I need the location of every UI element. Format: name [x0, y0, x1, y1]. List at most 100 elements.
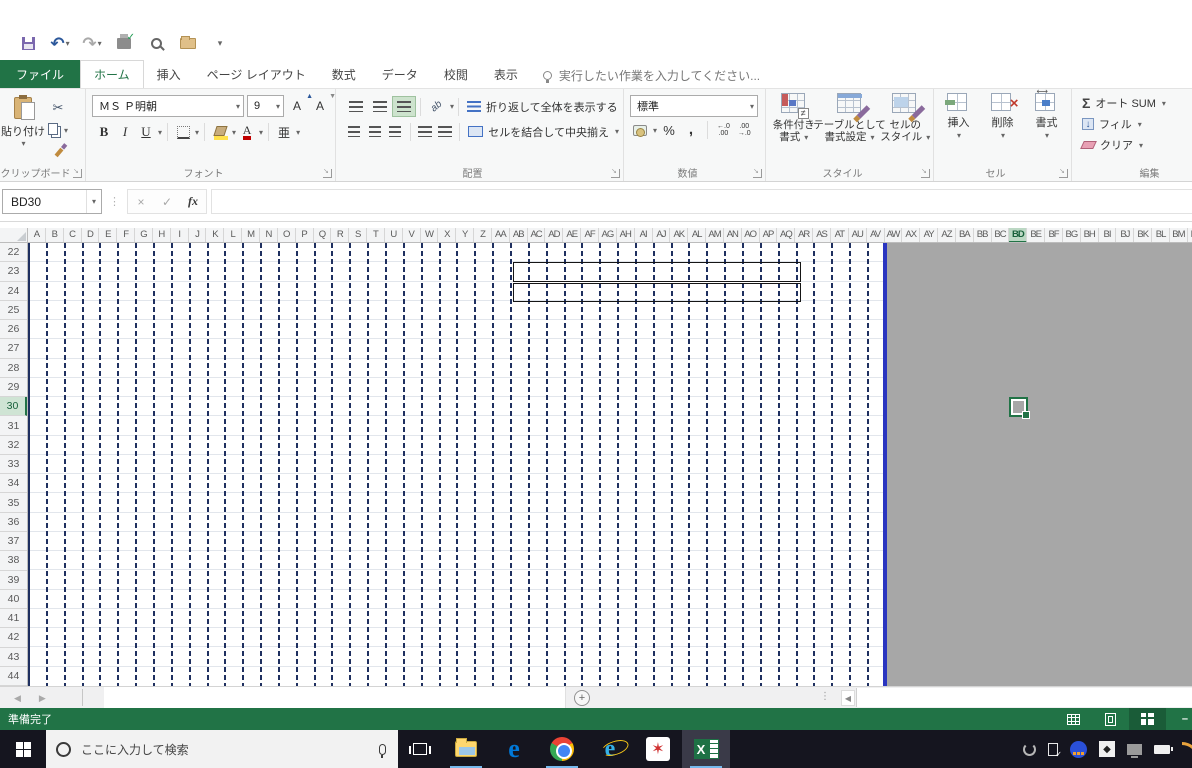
column-header-G[interactable]: G: [135, 228, 153, 242]
tab-ページ レイアウト[interactable]: ページ レイアウト: [194, 60, 319, 88]
row-header-22[interactable]: 22: [0, 243, 27, 263]
row-header-36[interactable]: 36: [0, 513, 27, 532]
merge-center-button[interactable]: セルを結合して中央揃え ▾: [464, 123, 623, 141]
decrease-indent-button[interactable]: [414, 121, 435, 142]
copy-button[interactable]: ▾: [46, 120, 70, 140]
redo-dropdown-arrow[interactable]: ▾: [98, 39, 102, 48]
column-header-AO[interactable]: AO: [742, 228, 760, 242]
name-box-dropdown-arrow[interactable]: ▾: [85, 190, 101, 213]
column-header-I[interactable]: I: [171, 228, 189, 242]
new-sheet-button[interactable]: +: [574, 690, 590, 706]
column-header-A[interactable]: A: [28, 228, 46, 242]
accounting-format-button[interactable]: [630, 120, 650, 140]
taskbar-internet-explorer[interactable]: e: [586, 730, 634, 768]
column-header-AD[interactable]: AD: [545, 228, 564, 242]
row-header-23[interactable]: 23: [0, 262, 27, 282]
column-header-V[interactable]: V: [403, 228, 421, 242]
active-cell-BD30[interactable]: [1009, 397, 1030, 419]
column-header-AE[interactable]: AE: [563, 228, 582, 242]
increase-indent-button[interactable]: [435, 121, 456, 142]
tab-データ[interactable]: データ: [369, 60, 431, 88]
column-header-U[interactable]: U: [385, 228, 403, 242]
number-format-combo[interactable]: 標準 ▾: [630, 95, 758, 117]
font-color-button[interactable]: A: [237, 122, 257, 142]
row-header-38[interactable]: 38: [0, 551, 27, 571]
row-header-27[interactable]: 27: [0, 339, 27, 359]
column-header-E[interactable]: E: [99, 228, 118, 242]
fill-button[interactable]: ↓ フィル ▾: [1082, 116, 1192, 132]
column-header-B[interactable]: B: [46, 228, 64, 242]
styles-dialog-launcher[interactable]: ↘: [921, 168, 930, 178]
increase-decimal-button[interactable]: ←.0.00: [714, 123, 733, 137]
tab-ホーム[interactable]: ホーム: [80, 60, 144, 88]
page-break-line[interactable]: [883, 243, 887, 686]
column-header-BA[interactable]: BA: [956, 228, 974, 242]
row-header-28[interactable]: 28: [0, 359, 27, 378]
start-button[interactable]: [0, 730, 46, 768]
row-header-39[interactable]: 39: [0, 571, 27, 590]
italic-button[interactable]: I: [115, 122, 135, 142]
percent-style-button[interactable]: %: [659, 120, 679, 140]
taskbar-red-app[interactable]: ✶: [634, 730, 682, 768]
tab-挿入[interactable]: 挿入: [144, 60, 194, 88]
clipboard-dialog-launcher[interactable]: ↘: [73, 168, 82, 178]
row-header-35[interactable]: 35: [0, 493, 27, 513]
font-dialog-launcher[interactable]: ↘: [323, 168, 332, 178]
column-header-Q[interactable]: Q: [314, 228, 332, 242]
row-header-25[interactable]: 25: [0, 301, 27, 321]
row-header-31[interactable]: 31: [0, 416, 27, 436]
column-header-D[interactable]: D: [82, 228, 100, 242]
wrap-text-button[interactable]: 折り返して全体を表示する: [463, 98, 622, 116]
outlined-range-row24[interactable]: [513, 283, 801, 302]
microphone-icon[interactable]: [379, 743, 386, 758]
column-header-BE[interactable]: BE: [1027, 228, 1046, 242]
font-color-dropdown-arrow[interactable]: ▾: [259, 128, 263, 137]
customize-qat-button[interactable]: ▾: [208, 32, 232, 54]
phonetic-dropdown-arrow[interactable]: ▾: [296, 128, 300, 137]
align-right-button[interactable]: [385, 121, 406, 142]
column-header-BK[interactable]: BK: [1134, 228, 1153, 242]
column-header-AZ[interactable]: AZ: [938, 228, 956, 242]
taskbar-file-explorer[interactable]: [442, 730, 490, 768]
tray-usb-icon[interactable]: [1048, 742, 1062, 759]
cancel-button[interactable]: ×: [128, 195, 154, 209]
column-header-Z[interactable]: Z: [474, 228, 492, 242]
column-header-AX[interactable]: AX: [902, 228, 921, 242]
tray-display-icon[interactable]: [1127, 743, 1142, 758]
copy-dropdown-arrow[interactable]: ▾: [64, 126, 68, 135]
column-header-AM[interactable]: AM: [706, 228, 724, 242]
font-name-combo[interactable]: ＭＳ Ｐ明朝 ▾: [92, 95, 244, 117]
outlined-range-row23[interactable]: [513, 262, 801, 282]
task-view-button[interactable]: [398, 730, 442, 768]
cells-dialog-launcher[interactable]: ↘: [1059, 168, 1068, 178]
column-header-AF[interactable]: AF: [581, 228, 599, 242]
column-header-AC[interactable]: AC: [528, 228, 546, 242]
taskbar-edge[interactable]: e: [490, 730, 538, 768]
row-header-33[interactable]: 33: [0, 455, 27, 475]
increase-font-button[interactable]: A ▲: [287, 93, 313, 116]
row-header-37[interactable]: 37: [0, 532, 27, 552]
align-bottom-button[interactable]: [392, 96, 416, 117]
column-header-AU[interactable]: AU: [849, 228, 867, 242]
column-header-W[interactable]: W: [421, 228, 439, 242]
column-header-BN[interactable]: BN: [1188, 228, 1192, 242]
column-header-S[interactable]: S: [349, 228, 368, 242]
tray-security-icon[interactable]: ◆: [1099, 741, 1115, 757]
column-header-BI[interactable]: BI: [1099, 228, 1117, 242]
taskbar-search-box[interactable]: ここに入力して検索: [46, 730, 398, 768]
row-header-29[interactable]: 29: [0, 378, 27, 398]
column-header-T[interactable]: T: [367, 228, 385, 242]
alignment-dialog-launcher[interactable]: ↘: [611, 168, 620, 178]
taskbar-chrome[interactable]: [538, 730, 586, 768]
column-header-P[interactable]: P: [296, 228, 314, 242]
tab-数式[interactable]: 数式: [319, 60, 369, 88]
column-header-L[interactable]: L: [224, 228, 243, 242]
column-header-AJ[interactable]: AJ: [653, 228, 671, 242]
column-header-BB[interactable]: BB: [974, 228, 992, 242]
column-header-AB[interactable]: AB: [510, 228, 528, 242]
decrease-font-button[interactable]: A ▼: [310, 93, 336, 116]
column-header-BM[interactable]: BM: [1170, 228, 1188, 242]
column-header-M[interactable]: M: [242, 228, 260, 242]
quick-print-button[interactable]: [112, 32, 136, 54]
phonetic-button[interactable]: 亜: [274, 122, 294, 142]
